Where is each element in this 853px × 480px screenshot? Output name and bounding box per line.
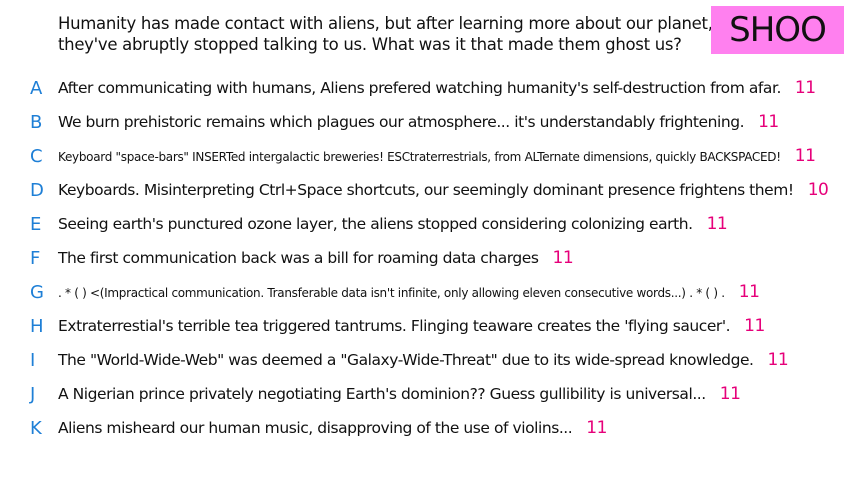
badge-label: SHOO (729, 10, 827, 50)
answer-count: 11 (758, 112, 779, 132)
answer-count: 11 (767, 350, 789, 370)
answer-row-f: F The first communication back was a bil… (0, 243, 853, 273)
answer-letter: G (30, 281, 44, 303)
answer-count: 11 (744, 316, 765, 336)
shoo-badge: SHOO (711, 6, 844, 54)
answer-count: 11 (794, 78, 816, 98)
prompt-line-1: Humanity has made contact with aliens, b… (58, 14, 713, 33)
answer-text: Seeing earth's punctured ozone layer, th… (58, 215, 693, 233)
answer-row-a: A After communicating with humans, Alien… (0, 73, 853, 103)
answer-row-c: C Keyboard "space-bars" INSERTed interga… (0, 141, 853, 171)
answer-letter: E (30, 213, 42, 235)
answer-count: 11 (719, 384, 741, 404)
answer-letter: J (30, 383, 36, 405)
answer-letter: I (30, 349, 36, 371)
answer-letter: F (30, 247, 41, 269)
answer-count: 10 (807, 180, 829, 200)
prompt-text: Humanity has made contact with aliens, b… (58, 13, 713, 55)
answer-text: . * ( ) <(Impractical communication. Tra… (58, 286, 725, 300)
answer-row-g: G . * ( ) <(Impractical communication. T… (0, 277, 853, 307)
answer-text: The "World-Wide-Web" was deemed a "Galax… (58, 351, 754, 369)
answer-letter: D (30, 179, 44, 201)
answer-text: We burn prehistoric remains which plague… (58, 113, 745, 131)
answer-row-i: I The "World-Wide-Web" was deemed a "Gal… (0, 345, 853, 375)
prompt-line-2: they've abruptly stopped talking to us. … (58, 35, 682, 54)
answer-text: Extraterrestial's terrible tea triggered… (58, 317, 731, 335)
answer-letter: A (30, 77, 43, 99)
answer-count: 11 (706, 214, 728, 234)
answer-count: 11 (552, 248, 574, 268)
answer-text: Keyboard "space-bars" INSERTed intergala… (58, 150, 781, 164)
answer-text: Keyboards. Misinterpreting Ctrl+Space sh… (58, 181, 794, 199)
answer-text: The first communication back was a bill … (58, 249, 539, 267)
answer-letter: K (30, 417, 42, 439)
answer-text: Aliens misheard our human music, disappr… (58, 419, 573, 437)
answer-text: After communicating with humans, Aliens … (58, 79, 781, 97)
answer-row-h: H Extraterrestial's terrible tea trigger… (0, 311, 853, 341)
answer-row-j: J A Nigerian prince privately negotiatin… (0, 379, 853, 409)
answer-letter: C (30, 145, 43, 167)
answer-row-b: B We burn prehistoric remains which plag… (0, 107, 853, 137)
answer-row-d: D Keyboards. Misinterpreting Ctrl+Space … (0, 175, 853, 205)
answer-row-e: E Seeing earth's punctured ozone layer, … (0, 209, 853, 239)
answer-count: 11 (586, 418, 607, 438)
answer-count: 11 (794, 146, 816, 166)
answer-row-k: K Aliens misheard our human music, disap… (0, 413, 853, 443)
answer-letter: B (30, 111, 43, 133)
answer-count: 11 (738, 282, 760, 302)
answer-text: A Nigerian prince privately negotiating … (58, 385, 706, 403)
answer-letter: H (30, 315, 44, 337)
